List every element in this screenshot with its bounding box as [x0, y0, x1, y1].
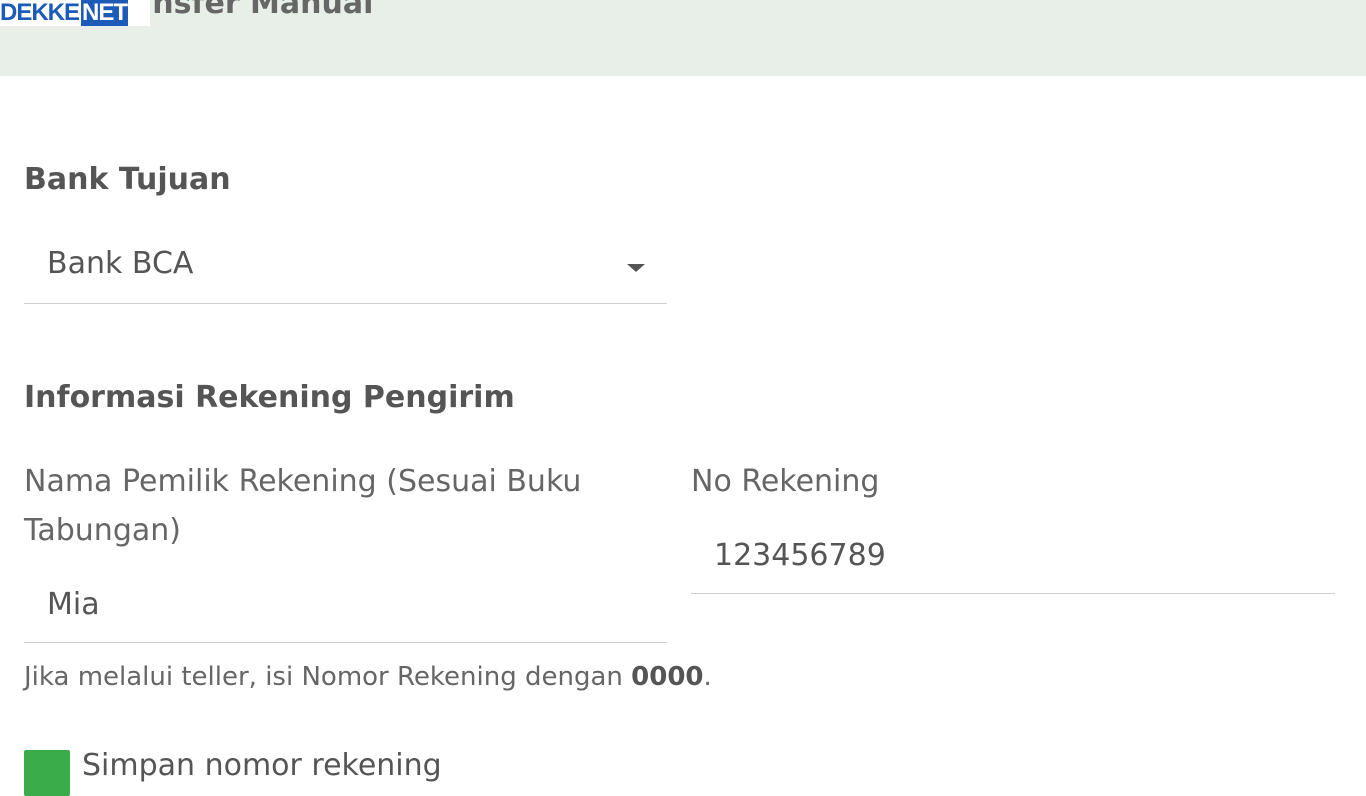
account-name-input[interactable]: Mia	[24, 583, 667, 643]
helper-bold-code: 0000	[631, 662, 704, 692]
save-account-checkbox[interactable]	[24, 750, 70, 796]
account-number-value: 123456789	[714, 538, 886, 573]
account-number-label: No Rekening	[691, 464, 880, 499]
account-name-value: Mia	[47, 587, 100, 622]
teller-helper-text: Jika melalui teller, isi Nomor Rekening …	[24, 662, 712, 692]
watermark-logo: DEKKE NET	[0, 0, 150, 26]
bank-select[interactable]: Bank BCA	[24, 236, 667, 304]
account-name-label: Nama Pemilik Rekening (Sesuai Buku Tabun…	[24, 464, 582, 548]
save-account-label[interactable]: Simpan nomor rekening	[82, 748, 442, 783]
helper-text: Jika melalui teller, isi Nomor Rekening …	[24, 662, 632, 692]
account-number-input[interactable]: 123456789	[691, 534, 1335, 594]
helper-end: .	[703, 662, 712, 692]
logo-suffix: NET	[81, 0, 129, 26]
sender-section-title: Informasi Rekening Pengirim	[24, 380, 515, 415]
bank-section-title: Bank Tujuan	[24, 162, 231, 197]
logo-main: DEKKE	[0, 0, 80, 26]
bank-select-value: Bank BCA	[47, 246, 194, 281]
page-header: Transfer Manual	[0, 0, 1366, 76]
caret-down-icon	[627, 264, 645, 272]
